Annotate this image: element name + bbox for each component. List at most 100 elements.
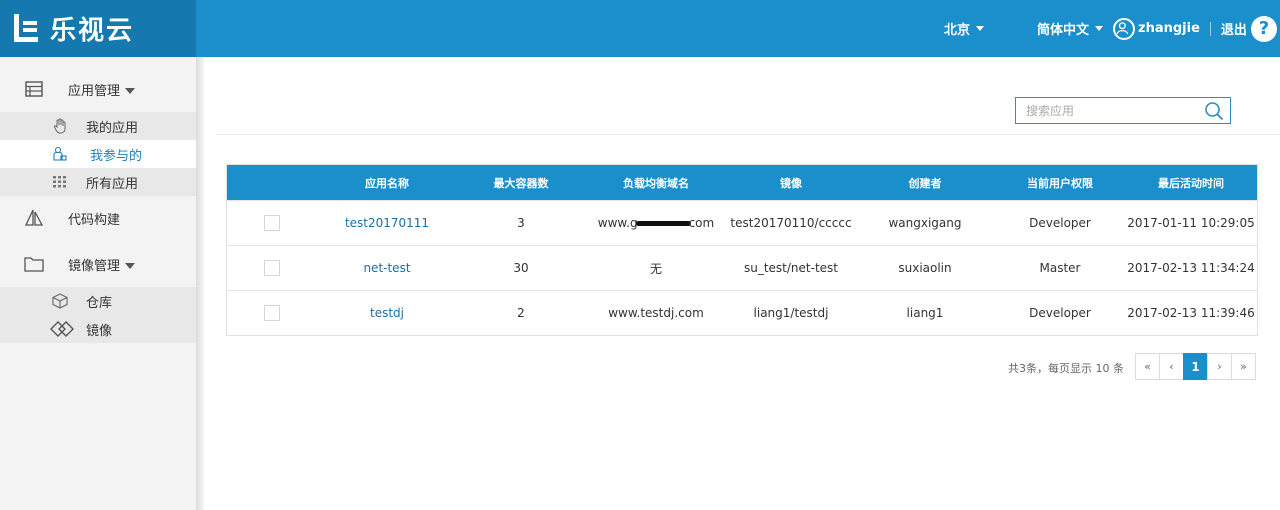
last-page-button[interactable]: » xyxy=(1231,353,1256,380)
column-header-creator[interactable]: 创建者 xyxy=(855,165,995,200)
permission-cell: Master xyxy=(1039,261,1081,275)
toolbar-divider xyxy=(216,134,1280,135)
sidebar-group-label: 代码构建 xyxy=(68,212,121,228)
pagination-info: 共3条，每页显示 10 条 xyxy=(1008,362,1124,375)
pagination: « ‹ 1 › » xyxy=(1135,353,1256,380)
image-cell: su_test/net-test xyxy=(743,261,838,275)
chevron-down-icon xyxy=(976,26,985,31)
folder-icon xyxy=(24,255,44,273)
search-input[interactable] xyxy=(1016,98,1196,123)
sidebar-item-all-apps[interactable]: 所有应用 xyxy=(0,168,196,196)
lb-domain-cell: www.testdj.com xyxy=(608,306,704,320)
search-box xyxy=(1015,97,1231,124)
top-header: 乐视云 北京 简体中文 zhangjie 退出 ? xyxy=(0,0,1280,57)
sidebar-item-participated[interactable]: 我参与的 xyxy=(0,140,196,168)
redaction-mark xyxy=(635,220,691,226)
app-name-cell: testdj xyxy=(317,291,457,335)
row-select-cell xyxy=(227,201,317,245)
divider xyxy=(1209,21,1211,36)
app-name-link[interactable]: net-test xyxy=(363,261,410,275)
sidebar-item-image[interactable]: 镜像 xyxy=(0,315,196,343)
sidebar-group-label: 应用管理 xyxy=(68,80,136,99)
search-icon[interactable] xyxy=(1204,101,1224,121)
sail-icon xyxy=(24,209,44,227)
max-containers-cell: 3 xyxy=(517,216,525,230)
max-containers-cell: 30 xyxy=(513,261,529,275)
diamond-link-icon xyxy=(50,321,74,337)
user-avatar-icon xyxy=(1113,17,1135,40)
lb-domain-cell: www.g com xyxy=(585,201,727,245)
column-header-select xyxy=(227,165,317,200)
last-activity-cell: 2017-01-11 10:29:05 xyxy=(1127,216,1255,230)
first-page-button[interactable]: « xyxy=(1135,353,1160,380)
region-dropdown[interactable]: 北京 xyxy=(944,0,985,57)
sidebar-group-label-text: 镜像管理 xyxy=(68,258,121,274)
chevron-down-icon xyxy=(1095,26,1104,31)
domain-text: com xyxy=(688,216,715,230)
image-cell: liang1/testdj xyxy=(753,306,829,320)
max-containers-cell: 2 xyxy=(517,306,525,320)
server-icon xyxy=(24,80,44,98)
sidebar-group-code-build[interactable]: 代码构建 xyxy=(0,200,196,236)
lb-domain-cell: 无 xyxy=(649,261,662,276)
sidebar-item-label: 所有应用 xyxy=(86,176,139,192)
sidebar-item-label: 我的应用 xyxy=(86,120,139,136)
cube-icon xyxy=(52,293,68,309)
table-row[interactable]: net-test 30 无 su_test/net-test suxiaolin… xyxy=(227,245,1257,290)
sidebar-item-label: 仓库 xyxy=(86,295,113,311)
prev-page-button[interactable]: ‹ xyxy=(1159,353,1184,380)
letv-logo-icon xyxy=(14,13,38,42)
username: zhangjie xyxy=(1138,21,1200,36)
sidebar-item-label: 我参与的 xyxy=(90,148,143,164)
table-row[interactable]: test20170111 3 www.g com test20170110/ccc… xyxy=(227,200,1257,245)
column-header-name[interactable]: 应用名称 xyxy=(317,165,457,200)
permission-cell: Developer xyxy=(1029,216,1091,230)
sidebar-group-label: 镜像管理 xyxy=(68,255,136,274)
region-label: 北京 xyxy=(944,23,971,38)
app-name-link[interactable]: test20170111 xyxy=(345,216,429,230)
app-name-cell: net-test xyxy=(317,246,457,290)
page-1-button[interactable]: 1 xyxy=(1183,353,1208,380)
hand-icon xyxy=(52,118,68,134)
sidebar-group-app-management[interactable]: 应用管理 xyxy=(0,71,196,107)
row-select-cell xyxy=(227,246,317,290)
sidebar-shadow xyxy=(196,57,204,510)
domain-text: www.g xyxy=(597,216,638,230)
chevron-down-icon xyxy=(125,88,136,94)
column-header-lb-domain[interactable]: 负载均衡域名 xyxy=(585,165,727,200)
logout-link[interactable]: 退出 xyxy=(1221,19,1247,38)
table-row[interactable]: testdj 2 www.testdj.com liang1/testdj li… xyxy=(227,290,1257,335)
table-header: 应用名称 最大容器数 负载均衡域名 镜像 创建者 当前用户权限 最后活动时间 xyxy=(227,165,1257,200)
language-label: 简体中文 xyxy=(1037,23,1090,38)
sidebar-item-my-apps[interactable]: 我的应用 xyxy=(0,112,196,140)
permission-cell: Developer xyxy=(1029,306,1091,320)
sidebar-item-repository[interactable]: 仓库 xyxy=(0,287,196,315)
column-header-max-containers[interactable]: 最大容器数 xyxy=(457,165,585,200)
row-checkbox[interactable] xyxy=(264,215,280,231)
creator-cell: liang1 xyxy=(906,306,944,320)
sidebar-group-label-text: 应用管理 xyxy=(68,83,121,99)
sidebar-group-image-management[interactable]: 镜像管理 xyxy=(0,246,196,282)
last-activity-cell: 2017-02-13 11:34:24 xyxy=(1127,261,1255,275)
language-dropdown[interactable]: 简体中文 xyxy=(1037,0,1104,57)
sidebar-item-label: 镜像 xyxy=(86,323,113,339)
chevron-down-icon xyxy=(125,263,136,269)
apps-table: 应用名称 最大容器数 负载均衡域名 镜像 创建者 当前用户权限 最后活动时间 t… xyxy=(226,164,1258,336)
column-header-permission[interactable]: 当前用户权限 xyxy=(995,165,1125,200)
row-checkbox[interactable] xyxy=(264,260,280,276)
grid-icon xyxy=(52,174,68,190)
logo[interactable]: 乐视云 xyxy=(0,0,196,57)
creator-cell: suxiaolin xyxy=(898,261,952,275)
row-checkbox[interactable] xyxy=(264,305,280,321)
app-name-link[interactable]: testdj xyxy=(370,306,404,320)
last-activity-cell: 2017-02-13 11:39:46 xyxy=(1127,306,1255,320)
next-page-button[interactable]: › xyxy=(1207,353,1232,380)
column-header-last-activity[interactable]: 最后活动时间 xyxy=(1125,165,1257,200)
user-menu[interactable]: zhangjie 退出 xyxy=(1113,0,1247,57)
app-name-cell: test20170111 xyxy=(317,201,457,245)
help-button[interactable]: ? xyxy=(1251,0,1277,57)
logo-text: 乐视云 xyxy=(50,16,135,46)
participate-icon xyxy=(52,146,68,162)
column-header-image[interactable]: 镜像 xyxy=(727,165,855,200)
help-icon: ? xyxy=(1251,15,1277,42)
